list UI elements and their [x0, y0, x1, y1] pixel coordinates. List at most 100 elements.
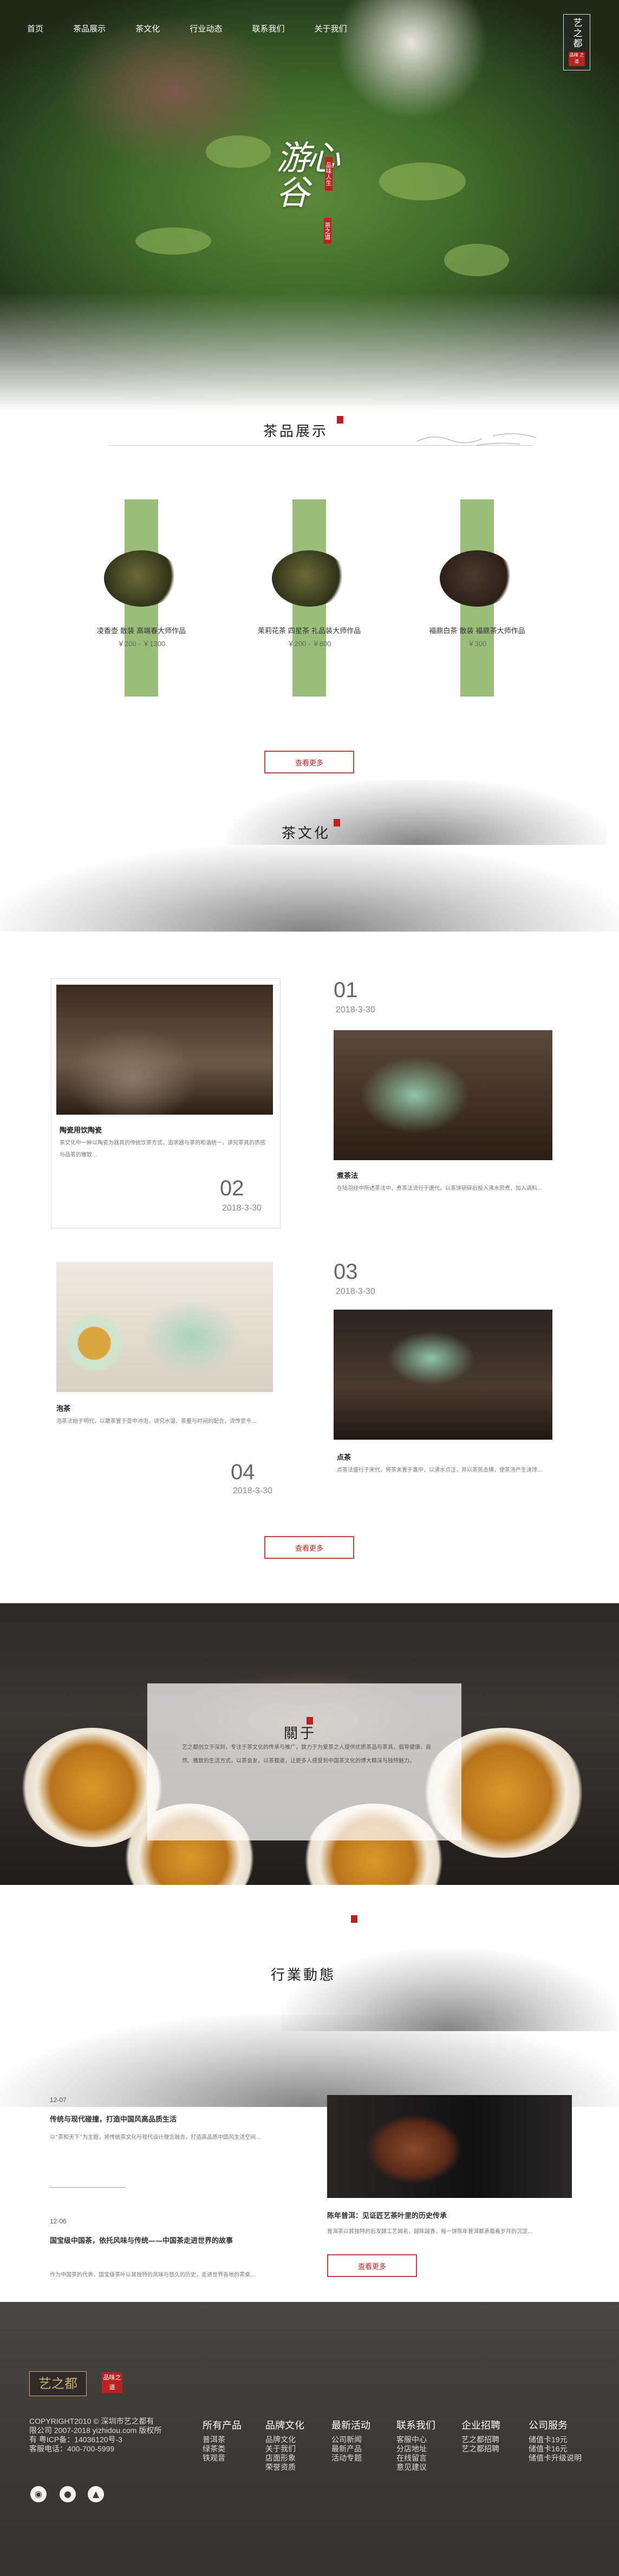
card-number: 04: [231, 1460, 255, 1484]
footer-link[interactable]: 活动专题: [331, 2454, 370, 2463]
footer-link[interactable]: 最新产品: [331, 2444, 370, 2454]
copyright-line: 有 粤ICP备：14036120号-3: [29, 2435, 122, 2444]
hero-brand: 游心谷 品味人生 茶之道: [276, 141, 363, 249]
product-price: ￥200 - ￥800: [287, 640, 331, 648]
copyright-line: 限公司 2007-2018 yizhidou.com 版权所: [29, 2426, 162, 2435]
tea-set-photo: [334, 1310, 552, 1440]
news-desc: 作为中国茶的代表，国宝级茶叶以其独特的风味与悠久的历史，走进世界各地的茶桌...: [50, 2272, 256, 2278]
card-desc: 茶文化中一种以陶瓷为器具的传统饮茶方式，追求器与茶的和谐统一，讲究茶具的质感与品…: [60, 1140, 265, 1158]
nav-item-contact[interactable]: 联系我们: [252, 24, 284, 34]
nav-item-about[interactable]: 关于我们: [315, 24, 347, 34]
logo-seal: 品味 之道: [569, 52, 585, 66]
footer-link[interactable]: 储值卡19元: [529, 2435, 582, 2444]
tea-pouring-photo: [56, 985, 273, 1115]
title-seal: [351, 1915, 357, 1923]
copyright-line: COPYRIGHT2010 © 深圳市艺之都有: [29, 2417, 154, 2425]
tea-leaves-image: [104, 550, 179, 607]
footer-link[interactable]: 公司新闻: [331, 2435, 370, 2444]
news-date: 12-06: [50, 2217, 67, 2225]
card-desc: 在陆羽经中所述茶法中，煮茶法流行于唐代，以茶饼研碎后投入沸水煎煮，加入调料...: [337, 1186, 543, 1192]
news-title[interactable]: 国宝级中国茶，依托风味与传统——中国茶走进世界的故事: [50, 2235, 288, 2245]
tea-leaves-image: [272, 550, 347, 607]
footer-col-heading: 所有产品: [203, 2420, 242, 2431]
product-name: 福鼎白茶 散装 福鼎茶大师作品: [429, 627, 525, 635]
footer-link[interactable]: 店面形象: [265, 2454, 304, 2463]
footer-link[interactable]: 客服中心: [396, 2435, 435, 2444]
card-title: 泡茶: [56, 1405, 71, 1413]
feature-title[interactable]: 陈年普洱：见证匠艺茶叶里的历史传承: [327, 2210, 572, 2220]
footer-col-contact: 联系我们 客服中心 分店地址 在线留言 意见建议: [396, 2418, 435, 2472]
footer-col-heading: 品牌文化: [265, 2420, 304, 2431]
card-date: 2018-3-30: [222, 1204, 262, 1213]
card-number: 02: [220, 1176, 244, 1200]
title-seal: [334, 819, 340, 827]
footer-col-products: 所有产品 普洱茶 绿茶类 铁观音: [203, 2418, 242, 2463]
nav-item-news[interactable]: 行业动态: [190, 24, 222, 34]
products-title: 茶品展示: [263, 424, 329, 440]
card-date: 2018-3-30: [233, 1486, 272, 1495]
footer-link[interactable]: 关于我们: [265, 2444, 304, 2454]
logo-text: 艺之都: [571, 18, 582, 49]
card-number: 01: [334, 978, 358, 1002]
weibo-icon[interactable]: ◉: [30, 2486, 47, 2502]
footer-link[interactable]: 艺之都招聘: [461, 2435, 500, 2444]
footer-col-heading: 公司服务: [529, 2420, 568, 2431]
footer-col-heading: 最新活动: [331, 2420, 370, 2431]
news-title[interactable]: 传统与现代碰撞，打造中国风高品质生活: [50, 2113, 177, 2124]
culture-title: 茶文化: [282, 825, 331, 842]
card-date: 2018-3-30: [336, 1005, 375, 1014]
industry-title: 行業動態: [271, 1967, 336, 1983]
footer-link[interactable]: 意见建议: [396, 2463, 435, 2472]
qq-icon[interactable]: ▲: [88, 2486, 104, 2502]
news-date: 12-07: [50, 2096, 67, 2104]
footer-col-heading: 企业招聘: [461, 2420, 500, 2431]
nav-item-home[interactable]: 首页: [27, 24, 43, 34]
divider: [50, 2187, 126, 2188]
product-price: ￥200 - ￥1300: [117, 640, 166, 648]
cloud-decoration: [416, 433, 537, 446]
about-text: 艺之都创立于深圳，专注于茶文化的传承与推广，致力于为爱茶之人提供优质茶品与茶具，…: [182, 1745, 431, 1764]
feature-desc: 普洱茶以其独特的后发酵工艺闻名，越陈越香，每一饼陈年普洱都承载着岁月的沉淀...: [327, 2229, 533, 2235]
footer-link[interactable]: 荣誉资质: [265, 2463, 304, 2472]
tea-ceremony-photo: [334, 1030, 552, 1160]
mountain-ink: [0, 2015, 619, 2107]
footer-link[interactable]: 绿茶类: [203, 2444, 242, 2454]
card-title: 陶瓷用饮陶瓷: [60, 1127, 102, 1135]
teapot-photo: [327, 2095, 572, 2198]
mountain-ink: [0, 845, 619, 932]
news-desc: 以“茶和天下”为主题，将传统茶文化与现代设计理念融合，打造高品质中国风生活空间.…: [50, 2135, 261, 2141]
site-logo[interactable]: 艺之都 品味 之道: [563, 14, 590, 70]
tea-leaves-image: [440, 550, 514, 607]
wechat-icon[interactable]: ●: [60, 2486, 76, 2502]
brand-seal-bottom: 茶之道: [324, 218, 331, 244]
footer-link[interactable]: 在线留言: [396, 2454, 435, 2463]
footer-link[interactable]: 普洱茶: [203, 2435, 242, 2444]
footer-col-brand: 品牌文化 品牌文化 关于我们 店面形象 荣誉资质: [265, 2418, 304, 2472]
card-desc: 点茶法盛行于宋代，将茶末置于盏中，以沸水点注，并以茶筅击拂，使茶汤产生沫饽...: [337, 1467, 543, 1473]
tea-cups-photo: [56, 1262, 273, 1392]
footer-link[interactable]: 铁观音: [203, 2454, 242, 2463]
copyright-line: 客服电话：400-700-5999: [29, 2444, 115, 2453]
footer-logo[interactable]: 艺之都: [29, 2371, 87, 2396]
products-more-button[interactable]: 查看更多: [264, 751, 354, 773]
about-title: 關于: [284, 1726, 317, 1742]
industry-more-button[interactable]: 查看更多: [327, 2254, 417, 2277]
main-nav: 首页 茶品展示 茶文化 行业动态 联系我们 关于我们: [27, 23, 374, 36]
footer-link[interactable]: 艺之都招聘: [461, 2444, 500, 2454]
brand-calligraphy: 游心谷: [276, 138, 340, 212]
footer-col-jobs: 企业招聘 艺之都招聘 艺之都招聘: [461, 2418, 500, 2454]
product-name: 凌香壶 散装 高端春大师作品: [96, 627, 186, 635]
culture-more-button[interactable]: 查看更多: [264, 1536, 354, 1559]
footer-seal: 品味之道: [102, 2372, 122, 2393]
footer-link[interactable]: 储值卡升级说明: [529, 2454, 582, 2463]
product-price: ￥300: [467, 640, 487, 648]
card-desc: 泡茶法始于明代，以散茶置于壶中冲泡，讲究水温、茶量与时间的配合，流传至今...: [56, 1419, 257, 1424]
footer-link[interactable]: 储值卡16元: [529, 2444, 582, 2454]
card-date: 2018-3-30: [336, 1287, 375, 1296]
footer-col-events: 最新活动 公司新闻 最新产品 活动专题: [331, 2418, 370, 2463]
nav-item-culture[interactable]: 茶文化: [135, 24, 160, 34]
footer-link[interactable]: 分店地址: [396, 2444, 435, 2454]
footer-link[interactable]: 品牌文化: [265, 2435, 304, 2444]
card-title: 煮茶法: [337, 1172, 359, 1180]
nav-item-products[interactable]: 茶品展示: [73, 24, 106, 34]
